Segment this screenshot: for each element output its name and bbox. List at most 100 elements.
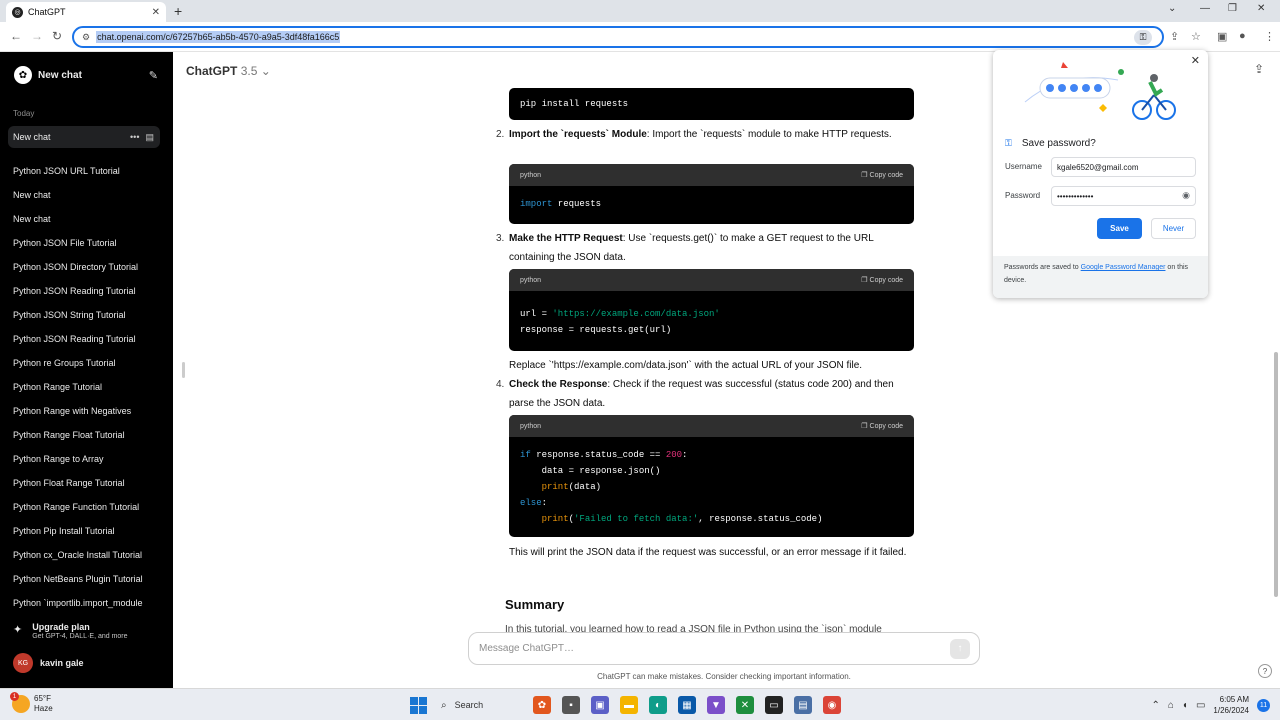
- active-chat-item[interactable]: New chat ••• ▤: [8, 126, 160, 148]
- minimize-icon[interactable]: —: [1200, 3, 1210, 14]
- notification-badge[interactable]: 11: [1257, 698, 1270, 712]
- maximize-icon[interactable]: ❐: [1228, 3, 1237, 14]
- chat-item[interactable]: Python NetBeans Plugin Tutorial: [13, 572, 163, 596]
- archive-icon[interactable]: ▤: [145, 132, 154, 143]
- more-options-icon[interactable]: •••: [130, 132, 139, 142]
- password-manager-link[interactable]: Google Password Manager: [1081, 264, 1166, 271]
- eye-icon[interactable]: ◉: [1182, 190, 1190, 201]
- chat-item[interactable]: Python Range Tutorial: [13, 380, 163, 404]
- system-tray: ⌃ ⌂ ◖ ▭ 6:05 AM 1/26/2024 11: [1151, 694, 1270, 716]
- address-bar: ← → ↻ ⚙ chat.openai.com/c/67257b65-ab5b-…: [0, 22, 1280, 52]
- tab-search-icon[interactable]: ⌄: [1168, 3, 1176, 14]
- edit-icon[interactable]: ✎: [149, 69, 158, 82]
- code-header: python ❐ Copy code: [509, 415, 914, 437]
- share-icon[interactable]: ⇪: [1254, 62, 1264, 76]
- chat-item[interactable]: Python Range to Array: [13, 452, 163, 476]
- profile-icon[interactable]: ●: [1239, 30, 1246, 42]
- windows-start-icon[interactable]: [410, 696, 427, 714]
- file-explorer-icon[interactable]: ▬: [620, 696, 638, 714]
- chat-item[interactable]: Python `importlib.import_module: [13, 596, 163, 620]
- weather-icon: 1: [10, 692, 30, 713]
- chat-item[interactable]: Python JSON Reading Tutorial: [13, 332, 163, 356]
- password-key-icon[interactable]: ⚿: [1134, 30, 1152, 45]
- chat-item[interactable]: Python Range with Negatives: [13, 404, 163, 428]
- back-icon[interactable]: ←: [10, 29, 22, 43]
- chat-item[interactable]: Python JSON String Tutorial: [13, 308, 163, 332]
- clipboard-icon: ❐: [861, 277, 870, 284]
- chat-item[interactable]: Python Float Range Tutorial: [13, 476, 163, 500]
- sidebar-collapse-handle[interactable]: [182, 362, 185, 378]
- copy-code-button[interactable]: ❐ Copy code: [861, 422, 903, 430]
- share-page-icon[interactable]: ⇪: [1170, 30, 1179, 43]
- username-field[interactable]: kgale6520@gmail.com: [1051, 157, 1196, 177]
- store-app-icon[interactable]: ▦: [678, 696, 696, 714]
- chat-item[interactable]: New chat: [13, 212, 163, 236]
- vpn-app-icon[interactable]: ▼: [707, 696, 725, 714]
- section-label: Today: [13, 109, 35, 118]
- widget-app-icon[interactable]: ✿: [533, 696, 551, 714]
- wifi-icon[interactable]: ⌂: [1168, 700, 1174, 711]
- copy-code-button[interactable]: ❐ Copy code: [861, 276, 903, 284]
- chat-item[interactable]: Python JSON Directory Tutorial: [13, 260, 163, 284]
- chat-item[interactable]: Python Range Float Tutorial: [13, 428, 163, 452]
- password-field[interactable]: ••••••••••••• ◉: [1051, 186, 1196, 206]
- close-tab-icon[interactable]: ✕: [152, 7, 160, 18]
- chat-item[interactable]: Python Range Function Tutorial: [13, 500, 163, 524]
- replace-note: Replace `'https://example.com/data.json'…: [509, 360, 863, 371]
- close-window-icon[interactable]: ✕: [1257, 3, 1265, 14]
- browser-tab[interactable]: ◎ ChatGPT ✕: [6, 2, 166, 22]
- upgrade-plan-button[interactable]: ✦ Upgrade plan Get GPT-4, DALL·E, and mo…: [13, 622, 163, 640]
- url-input[interactable]: ⚙ chat.openai.com/c/67257b65-ab5b-4570-a…: [72, 26, 1164, 48]
- taskbar-search[interactable]: ⌕ Search: [441, 695, 533, 715]
- cmd-app-icon[interactable]: ▭: [765, 696, 783, 714]
- step-3-text: Make the HTTP Request: Use `requests.get…: [509, 229, 919, 267]
- chat-list: Python JSON URL Tutorial New chat New ch…: [13, 164, 163, 620]
- chat-item[interactable]: Python JSON File Tutorial: [13, 236, 163, 260]
- bookmark-star-icon[interactable]: ☆: [1191, 30, 1201, 43]
- side-panel-icon[interactable]: ▣: [1217, 30, 1227, 43]
- site-info-icon[interactable]: ⚙: [82, 32, 90, 43]
- message-input[interactable]: Message ChatGPT… ↑: [468, 632, 980, 665]
- chat-item[interactable]: Python JSON URL Tutorial: [13, 164, 163, 188]
- code-block: pip install requests: [509, 88, 914, 120]
- step-number: 3.: [496, 233, 505, 244]
- copy-code-label: Copy code: [869, 172, 903, 179]
- chrome-app-icon[interactable]: ◉: [823, 696, 841, 714]
- help-icon[interactable]: ?: [1258, 664, 1272, 678]
- never-button[interactable]: Never: [1151, 218, 1196, 239]
- close-icon[interactable]: ✕: [1191, 54, 1200, 67]
- save-button[interactable]: Save: [1097, 218, 1142, 239]
- user-menu[interactable]: KG kavin gale: [13, 653, 84, 673]
- new-tab-icon[interactable]: +: [174, 3, 182, 19]
- search-icon: ⌕: [441, 699, 447, 711]
- url-text: chat.openai.com/c/67257b65-ab5b-4570-a9a…: [96, 31, 341, 43]
- chat-item[interactable]: Python Pip Install Tutorial: [13, 524, 163, 548]
- weather-widget[interactable]: 1 65°F Haze: [10, 692, 53, 714]
- forward-icon[interactable]: →: [31, 29, 43, 43]
- network-app-icon[interactable]: ▤: [794, 696, 812, 714]
- clock[interactable]: 6:05 AM 1/26/2024: [1213, 694, 1249, 716]
- step-2-body: : Import the `requests` module to make H…: [646, 129, 892, 140]
- chat-item[interactable]: Python cx_Oracle Install Tutorial: [13, 548, 163, 572]
- chat-item[interactable]: New chat: [13, 188, 163, 212]
- password-value: •••••••••••••: [1057, 191, 1094, 201]
- edge-browser-icon[interactable]: ◐: [649, 696, 667, 714]
- model-selector[interactable]: ChatGPT 3.5 ⌄: [186, 64, 271, 78]
- copy-code-button[interactable]: ❐ Copy code: [861, 171, 903, 179]
- chat-item[interactable]: Python JSON Reading Tutorial: [13, 284, 163, 308]
- battery-icon[interactable]: ▭: [1196, 700, 1205, 711]
- code-header: python ❐ Copy code: [509, 269, 914, 291]
- excel-app-icon[interactable]: ✕: [736, 696, 754, 714]
- chevron-up-icon[interactable]: ⌃: [1151, 700, 1159, 711]
- teams-app-icon[interactable]: ▣: [591, 696, 609, 714]
- menu-icon[interactable]: ⋮: [1264, 30, 1275, 43]
- send-button[interactable]: ↑: [950, 638, 970, 659]
- volume-icon[interactable]: ◖: [1182, 700, 1188, 711]
- chat-item[interactable]: Python re Groups Tutorial: [13, 356, 163, 380]
- new-chat-button[interactable]: ✿ New chat ✎: [8, 64, 158, 86]
- weather-condition: Haze: [34, 704, 53, 713]
- disclaimer: ChatGPT can make mistakes. Consider chec…: [597, 672, 851, 681]
- reload-icon[interactable]: ↻: [52, 29, 62, 43]
- scrollbar[interactable]: [1274, 352, 1278, 597]
- terminal-app-icon[interactable]: ▪: [562, 696, 580, 714]
